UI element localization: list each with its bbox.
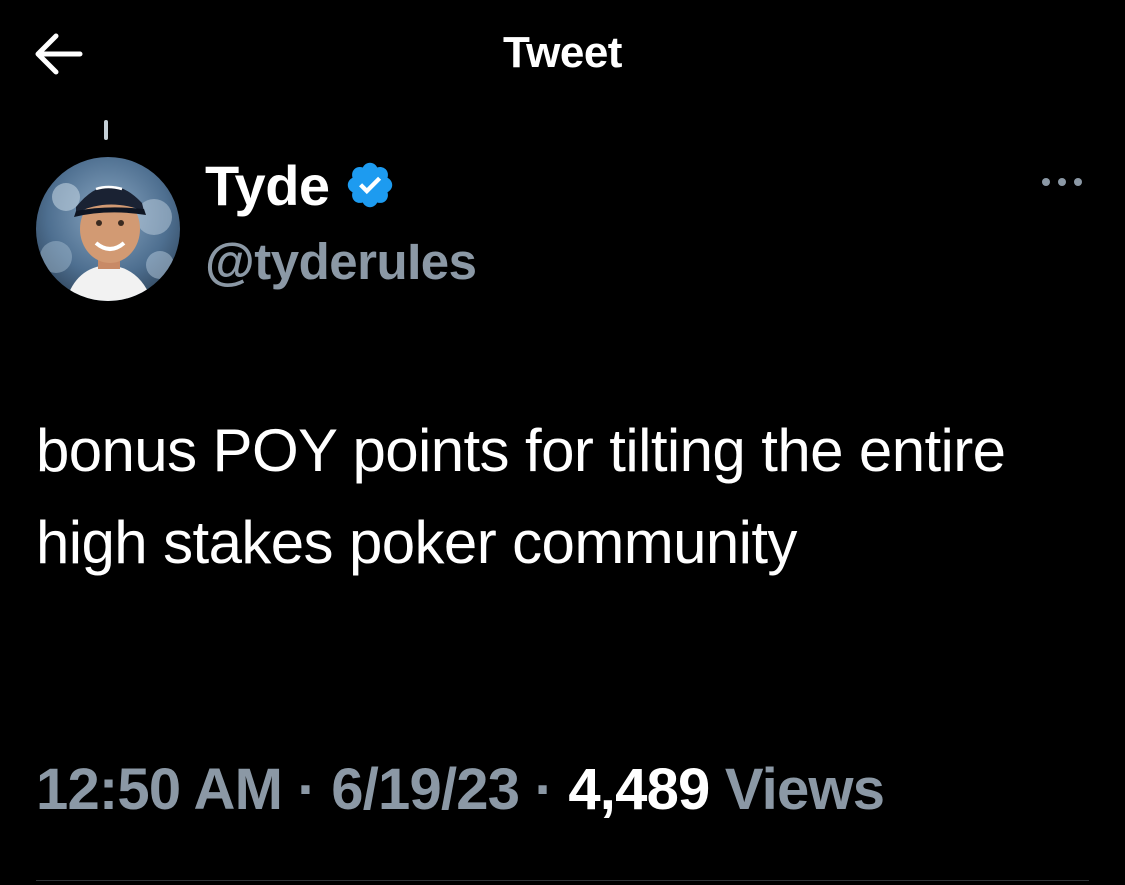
tweet-time[interactable]: 12:50 AM — [36, 757, 283, 822]
author-name-row: Tyde — [205, 150, 396, 220]
divider — [36, 880, 1089, 881]
meta-separator: · — [519, 757, 569, 822]
views-label: Views — [709, 757, 885, 822]
top-bar: Tweet — [0, 0, 1125, 110]
thread-connector-line — [104, 120, 108, 140]
avatar[interactable] — [36, 157, 180, 301]
tweet-meta: 12:50 AM · 6/19/23 · 4,489 Views — [36, 756, 885, 823]
more-options-button[interactable] — [1036, 162, 1088, 202]
page-title: Tweet — [503, 28, 622, 77]
tweet-date[interactable]: 6/19/23 — [331, 757, 520, 822]
author-handle[interactable]: @tyderuIes — [205, 232, 477, 291]
author-name[interactable]: Tyde — [205, 153, 330, 218]
tweet-screen: Tweet Tyde @tyderuIes bonus POY points f… — [0, 0, 1125, 885]
meta-separator: · — [282, 757, 332, 822]
ellipsis-icon — [1036, 162, 1088, 202]
tweet-text: bonus POY points for tilting the entire … — [36, 417, 1006, 576]
verified-badge-icon — [344, 159, 396, 211]
views-count[interactable]: 4,489 — [568, 757, 710, 822]
